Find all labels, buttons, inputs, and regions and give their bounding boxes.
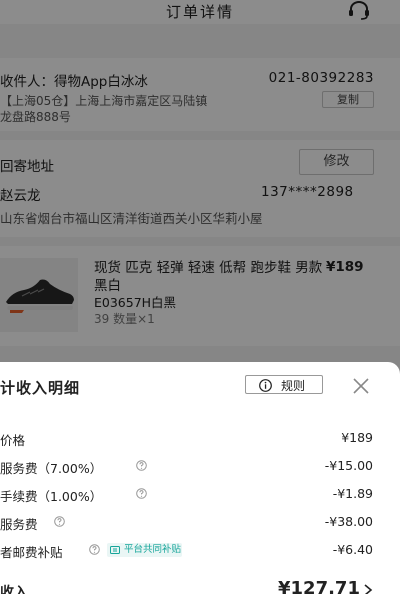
- info-icon: [259, 379, 272, 392]
- fee-row-handling-fee: 手续费（1.00%） -¥1.89: [0, 486, 400, 506]
- fee-value: -¥38.00: [324, 514, 373, 529]
- rules-button[interactable]: 规则: [245, 375, 323, 394]
- close-icon[interactable]: [352, 377, 370, 395]
- subsidy-tag-label: 平台共同补贴: [124, 544, 182, 555]
- fee-row-price: 价格 ¥189: [0, 430, 400, 450]
- total-income-label: 收入: [0, 585, 28, 594]
- coupon-icon: [110, 546, 120, 554]
- chevron-right-icon[interactable]: [363, 584, 373, 594]
- fee-value: -¥1.89: [332, 486, 373, 501]
- fee-row-service-rate: 服务费（7.00%） -¥15.00: [0, 458, 400, 478]
- total-income-value[interactable]: ¥127.71: [278, 578, 360, 594]
- question-icon[interactable]: [136, 460, 147, 471]
- subsidy-tag: 平台共同补贴: [107, 543, 182, 557]
- fee-row-shipping-subsidy: 者邮费补贴 平台共同补贴 -¥6.40: [0, 542, 400, 562]
- fee-value: ¥189: [341, 430, 373, 445]
- fee-label: 价格: [0, 433, 26, 448]
- question-icon[interactable]: [136, 488, 147, 499]
- fee-value: -¥6.40: [332, 542, 373, 557]
- sheet-title: 计收入明细: [0, 379, 81, 397]
- question-icon[interactable]: [89, 544, 100, 555]
- fee-label: 者邮费补贴: [0, 545, 63, 560]
- fee-label: 手续费（1.00%）: [0, 489, 103, 504]
- question-icon[interactable]: [54, 516, 65, 527]
- fee-label: 服务费（7.00%）: [0, 461, 103, 476]
- fee-row-service-fee: 服务费 -¥38.00: [0, 514, 400, 534]
- fee-value: -¥15.00: [324, 458, 373, 473]
- fee-label: 服务费: [0, 517, 38, 532]
- rules-label: 规则: [281, 379, 306, 393]
- income-detail-sheet: 计收入明细 规则 价格 ¥189 服务费（7.00%） -¥15.00 手续费（…: [0, 362, 400, 594]
